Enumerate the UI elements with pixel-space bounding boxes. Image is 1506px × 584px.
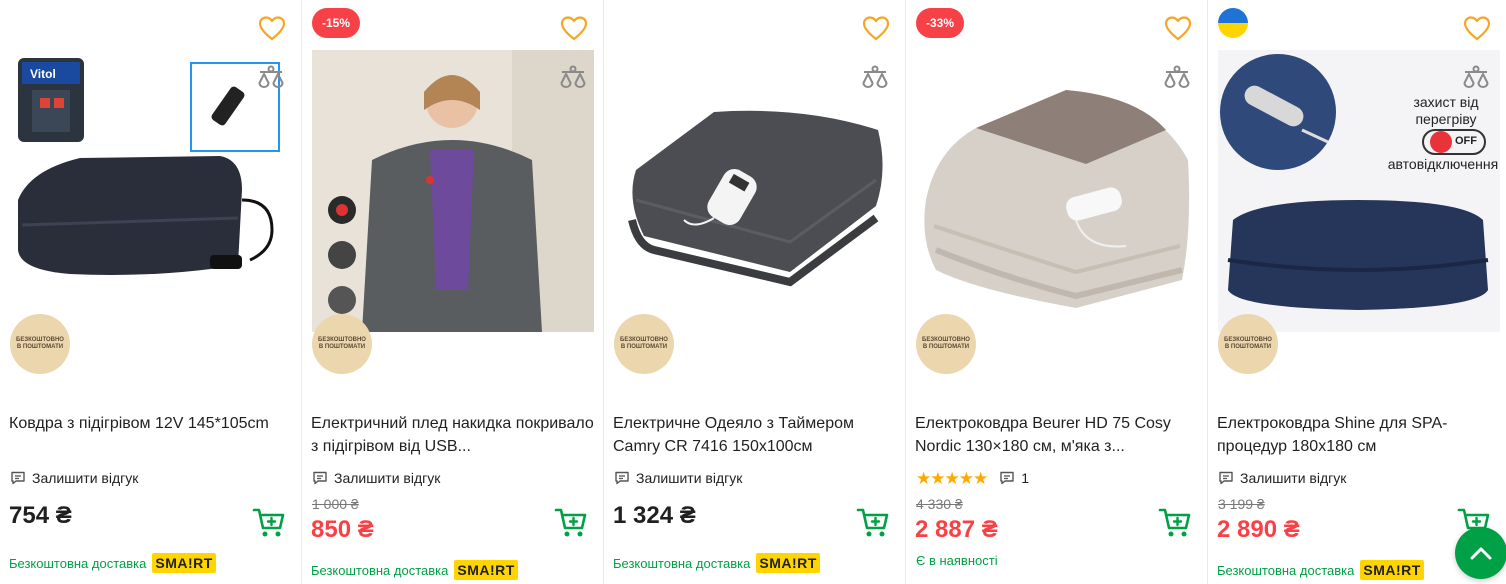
old-price: 3 199 ₴ [1218,496,1265,512]
discount-badge: -15% [312,8,361,38]
product-price: 850 ₴ [311,516,374,543]
product-image-art [1220,54,1489,310]
product-price: 2 890 ₴ [1217,516,1300,543]
comment-icon [614,470,630,486]
delivery-label: Безкоштовна доставка [1217,562,1355,578]
product-image[interactable]: Vitol [10,50,292,332]
product-card: Vitol БЕЗКОШТОВНО В ПОШТОМАТИ Ковдра з п… [0,0,302,584]
wishlist-heart-icon[interactable] [257,14,287,42]
image-caption-off: OFF [1455,135,1477,147]
image-caption-1: захист від [1413,94,1479,110]
discount-badge: -33% [916,8,965,38]
star-icon: ★ [958,468,974,488]
product-title[interactable]: Електроковдра Shine для SPA-процедур 180… [1217,412,1503,460]
chevron-up-icon [1470,547,1492,560]
delivery-label: Безкоштовна доставка [311,562,449,578]
svg-text:Vitol: Vitol [30,67,56,81]
smart-logo: SMA!RT [454,560,518,580]
in-stock-label: Є в наявності [916,553,998,568]
add-to-cart-cart-icon[interactable] [1157,504,1193,540]
delivery-label: Безкоштовна доставка [613,555,751,571]
free-pickup-badge: БЕЗКОШТОВНО В ПОШТОМАТИ [916,314,976,374]
product-image[interactable] [614,50,896,332]
wishlist-heart-icon[interactable] [1462,14,1492,42]
product-price: 2 887 ₴ [915,516,998,543]
smart-logo: SMA!RT [152,553,216,573]
product-card: -15% БЕЗКОШТОВНО В ПОШТОМАТИ Електричний… [302,0,604,584]
free-pickup-badge: БЕЗКОШТОВНО В ПОШТОМАТИ [312,314,372,374]
image-caption-2: перегріву [1415,111,1477,127]
free-delivery-row: Безкоштовна доставка SMA!RT [9,553,216,573]
leave-review-link[interactable]: Залишити відгук [1218,468,1346,488]
free-delivery-row: Безкоштовна доставка SMA!RT [1217,560,1424,580]
review-label: Залишити відгук [1240,470,1347,486]
product-title[interactable]: Електричний плед накидка покривало з під… [311,412,597,460]
review-label: Залишити відгук [636,470,743,486]
star-icon: ★ [973,468,988,488]
compare-icon[interactable] [255,62,287,94]
free-delivery-row: Безкоштовна доставка SMA!RT [311,560,518,580]
delivery-label: Безкоштовна доставка [9,555,147,571]
star-icon: ★ [944,468,960,488]
leave-review-link[interactable]: Залишити відгук [10,468,138,488]
old-price: 4 330 ₴ [916,496,963,512]
product-grid: Vitol БЕЗКОШТОВНО В ПОШТОМАТИ Ковдра з п… [0,0,1506,584]
free-pickup-badge: БЕЗКОШТОВНО В ПОШТОМАТИ [1218,314,1278,374]
old-price: 1 000 ₴ [312,496,359,512]
free-pickup-badge: БЕЗКОШТОВНО В ПОШТОМАТИ [614,314,674,374]
rating-row[interactable]: ★ ★ ★ ★ ★ 1 [916,468,1029,488]
product-image[interactable] [312,50,594,332]
compare-icon[interactable] [1161,62,1193,94]
wishlist-heart-icon[interactable] [559,14,589,42]
image-caption-3: автовідключення [1387,156,1499,172]
comment-icon [1218,470,1234,486]
add-to-cart-cart-icon[interactable] [553,504,589,540]
review-label: Залишити відгук [334,470,441,486]
compare-icon[interactable] [859,62,891,94]
add-to-cart-cart-icon[interactable] [855,504,891,540]
product-price: 754 ₴ [9,502,72,529]
leave-review-link[interactable]: Залишити відгук [312,468,440,488]
star-icon: ★ [930,468,945,488]
add-to-cart-cart-icon[interactable] [251,504,287,540]
product-price: 1 324 ₴ [613,502,696,529]
product-title[interactable]: Електричне Одеяло з Таймером Camry CR 74… [613,412,899,460]
product-image[interactable] [916,50,1198,332]
smart-logo: SMA!RT [1360,560,1424,580]
wishlist-heart-icon[interactable] [1163,14,1193,42]
rating-stars: ★ ★ ★ ★ ★ [916,468,988,488]
comment-icon [312,470,328,486]
ukraine-flag-icon [1218,8,1248,38]
product-title[interactable]: Ковдра з підігрівом 12V 145*105cm [9,412,295,460]
scroll-to-top-button[interactable] [1455,527,1506,579]
free-pickup-badge: БЕЗКОШТОВНО В ПОШТОМАТИ [10,314,70,374]
comment-icon [10,470,26,486]
product-card: захист від перегріву OFF автовідключення… [1208,0,1506,584]
review-count: 1 [1021,470,1030,486]
product-card: БЕЗКОШТОВНО В ПОШТОМАТИ Електричне Одеял… [604,0,906,584]
star-icon: ★ [916,468,931,488]
compare-icon[interactable] [557,62,589,94]
comment-icon [999,470,1015,486]
compare-icon[interactable] [1460,62,1492,94]
product-card: -33% БЕЗКОШТОВНО В ПОШТОМАТИ Електроковд… [906,0,1208,584]
review-label: Залишити відгук [32,470,139,486]
smart-logo: SMA!RT [756,553,820,573]
leave-review-link[interactable]: Залишити відгук [614,468,742,488]
product-title[interactable]: Електроковдра Beurer HD 75 Cosy Nordic 1… [915,412,1201,460]
free-delivery-row: Безкоштовна доставка SMA!RT [613,553,820,573]
wishlist-heart-icon[interactable] [861,14,891,42]
product-image[interactable]: захист від перегріву OFF автовідключення [1218,50,1500,332]
